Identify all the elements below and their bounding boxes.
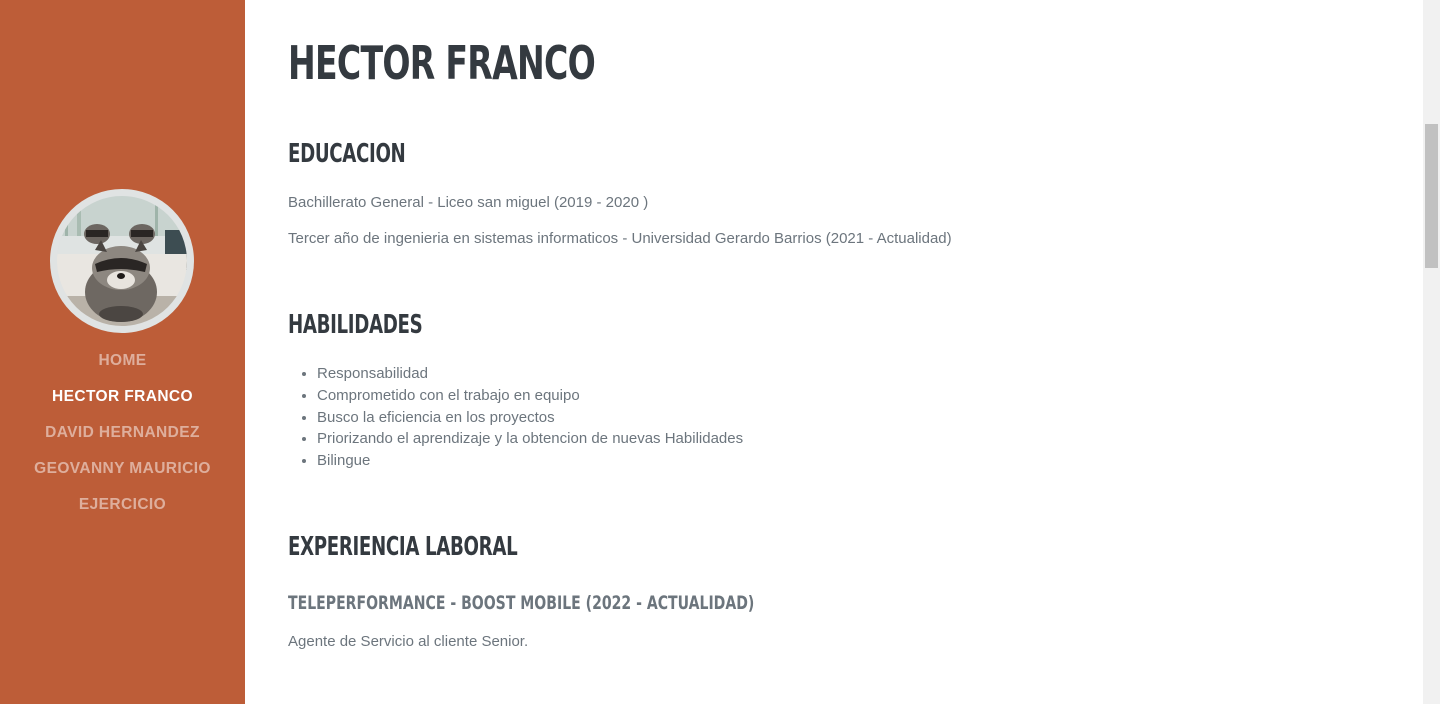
skills-list: Responsabilidad Comprometido con el trab… xyxy=(288,363,743,472)
education-heading: Educacion xyxy=(288,139,406,169)
nav-link-ejercicio[interactable]: Ejercicio xyxy=(79,496,166,513)
page-title: Hector Franco xyxy=(288,36,596,90)
scrollbar-thumb[interactable] xyxy=(1425,124,1438,268)
nav-link-home[interactable]: Home xyxy=(98,352,146,369)
nav-item-geovanny-mauricio[interactable]: Geovanny Mauricio xyxy=(0,450,245,486)
main-content: Hector Franco Educacion Bachillerato Gen… xyxy=(288,0,1408,704)
skill-item: Responsabilidad xyxy=(317,363,743,385)
skill-item: Bilingue xyxy=(317,450,743,472)
nav-link-david-hernandez[interactable]: David Hernandez xyxy=(45,424,200,441)
nav-link-hector-franco[interactable]: Hector Franco xyxy=(52,388,193,405)
sidebar: Home Hector Franco David Hernandez Geova… xyxy=(0,0,245,704)
nav-link-geovanny-mauricio[interactable]: Geovanny Mauricio xyxy=(34,460,211,477)
education-item: Bachillerato General - Liceo san miguel … xyxy=(288,194,649,211)
skill-item: Priorizando el aprendizaje y la obtencio… xyxy=(317,428,743,450)
nav-item-ejercicio[interactable]: Ejercicio xyxy=(0,486,245,522)
raccoon-photo-icon xyxy=(57,196,187,326)
education-item: Tercer año de ingenieria en sistemas inf… xyxy=(288,230,952,247)
skill-item: Busco la eficiencia en los proyectos xyxy=(317,407,743,429)
vertical-scrollbar[interactable] xyxy=(1423,0,1440,704)
sidebar-nav: Home Hector Franco David Hernandez Geova… xyxy=(0,342,245,522)
job-title: Teleperformance - Boost Mobile (2022 - A… xyxy=(288,592,755,614)
experience-heading: Experiencia Laboral xyxy=(288,532,518,562)
avatar xyxy=(50,189,194,333)
skill-item: Comprometido con el trabajo en equipo xyxy=(317,385,743,407)
job-description: Agente de Servicio al cliente Senior. xyxy=(288,633,529,650)
nav-item-david-hernandez[interactable]: David Hernandez xyxy=(0,414,245,450)
nav-item-home[interactable]: Home xyxy=(0,342,245,378)
nav-item-hector-franco[interactable]: Hector Franco xyxy=(0,378,245,414)
skills-heading: Habilidades xyxy=(288,310,423,340)
